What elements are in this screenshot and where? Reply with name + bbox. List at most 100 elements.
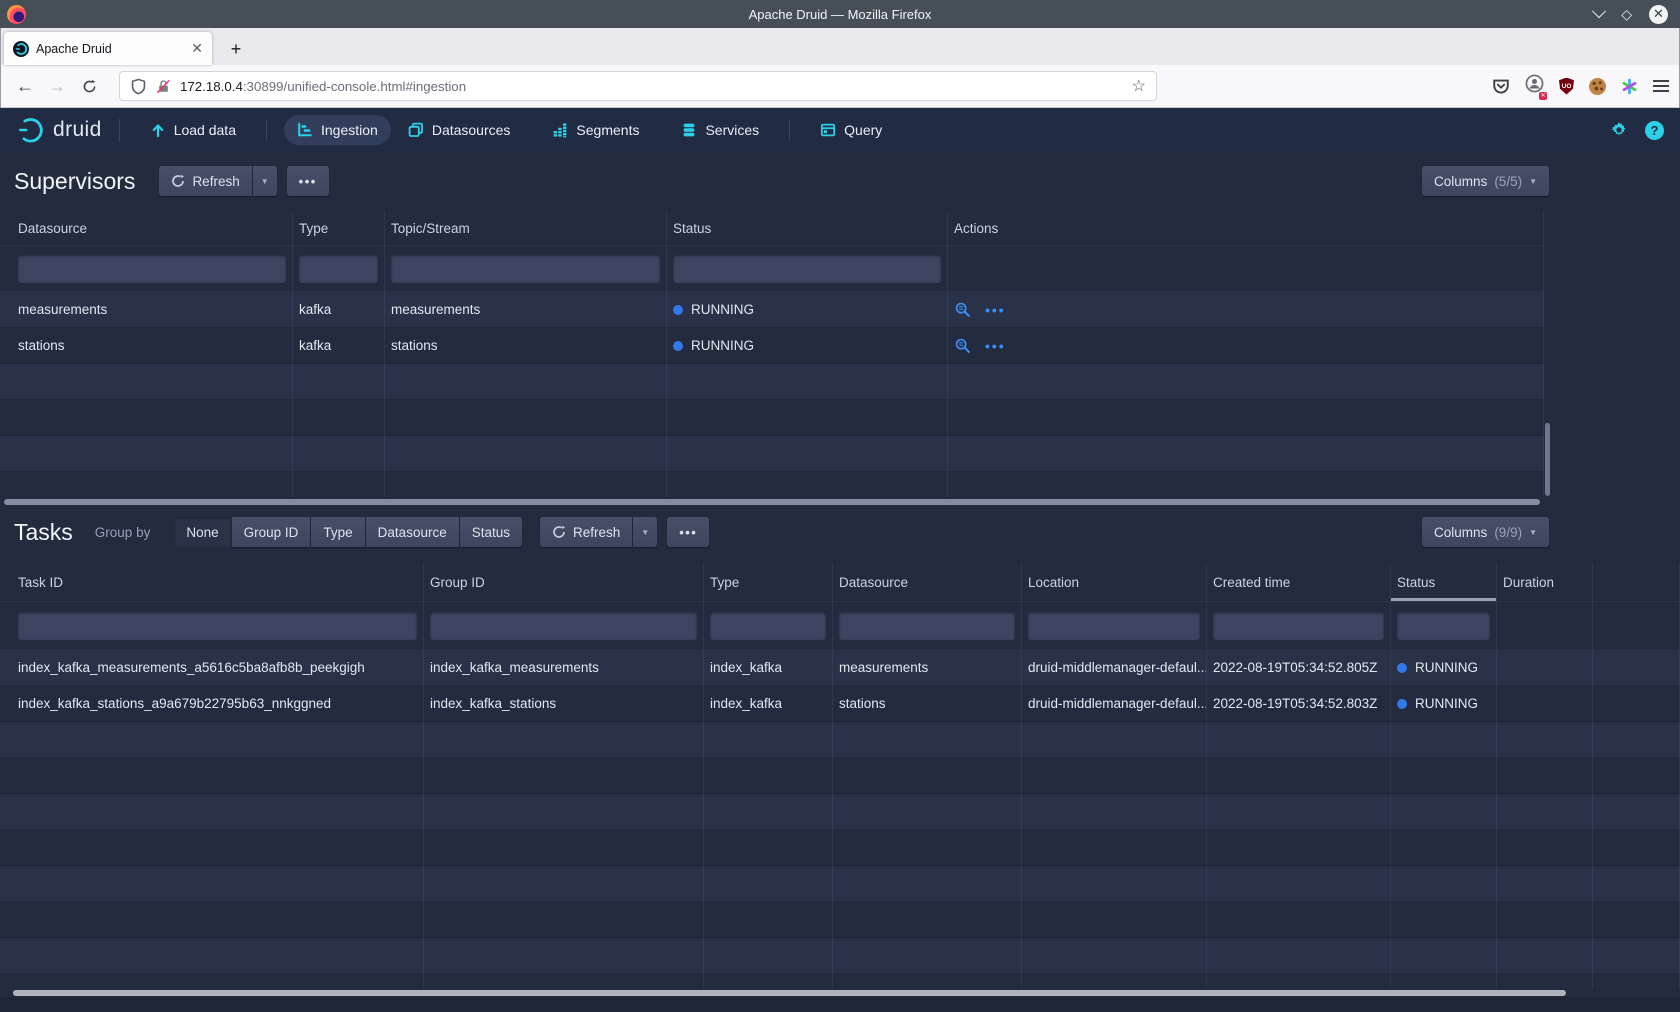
- url-bar[interactable]: 172.18.0.4:30899/unified-console.html#in…: [119, 71, 1157, 101]
- empty-row: [0, 758, 1680, 794]
- columns-label: Columns: [1434, 525, 1487, 540]
- settings-gear-icon[interactable]: [1610, 121, 1628, 139]
- nav-item-ingestion[interactable]: Ingestion: [284, 115, 391, 145]
- nav-item-segments[interactable]: Segments: [539, 115, 652, 145]
- browser-chrome: Apache Druid ✕ + ← → 172.18.0.4:30899/un…: [0, 28, 1680, 108]
- supervisors-filter-status[interactable]: [673, 255, 941, 283]
- cookie-extension-icon[interactable]: [1589, 78, 1606, 95]
- tasks-horizontal-scrollbar[interactable]: [13, 990, 1566, 996]
- nav-item-services[interactable]: Services: [668, 115, 772, 145]
- column-header-topic-stream[interactable]: Topic/Stream: [385, 212, 667, 245]
- columns-count: (9/9): [1494, 525, 1522, 540]
- tasks-filter-group-id[interactable]: [430, 612, 697, 640]
- tasks-toolbar: Tasks Group by None Group ID Type Dataso…: [0, 515, 1680, 549]
- tab-title: Apache Druid: [36, 42, 184, 56]
- account-button[interactable]: ✕: [1525, 74, 1544, 98]
- chevron-down-icon: ▼: [1529, 528, 1537, 537]
- cell-topic: measurements: [385, 292, 667, 328]
- running-status-dot: [673, 341, 683, 351]
- window-maximize-icon[interactable]: ◇: [1621, 7, 1632, 21]
- new-tab-button[interactable]: +: [222, 35, 250, 63]
- group-by-status-button[interactable]: Status: [460, 517, 522, 547]
- supervisors-rows: measurements kafka measurements RUNNING …: [0, 292, 1544, 497]
- nav-item-load-data[interactable]: Load data: [137, 115, 249, 145]
- forward-button[interactable]: →: [41, 71, 73, 101]
- group-by-group-id-button[interactable]: Group ID: [232, 517, 311, 547]
- tasks-filter-status[interactable]: [1397, 612, 1490, 640]
- cell-type: kafka: [293, 292, 385, 328]
- cell-created-time: 2022-08-19T05:34:52.803Z: [1207, 686, 1391, 722]
- nav-label: Services: [705, 122, 759, 138]
- tasks-filter-task-id[interactable]: [18, 612, 417, 640]
- cell-type: kafka: [293, 328, 385, 364]
- column-header-group-id[interactable]: Group ID: [424, 564, 704, 601]
- supervisors-refresh-button[interactable]: Refresh: [159, 166, 251, 196]
- tasks-filter-datasource[interactable]: [839, 612, 1015, 640]
- group-by-datasource-button[interactable]: Datasource: [366, 517, 459, 547]
- column-header-task-id[interactable]: Task ID: [0, 564, 424, 601]
- supervisors-refresh-caret-button[interactable]: ▼: [253, 166, 277, 196]
- column-header-datasource[interactable]: Datasource: [0, 212, 293, 245]
- tasks-filter-row: [0, 602, 1680, 650]
- page-bottom-strip: [0, 997, 1680, 1012]
- group-by-type-button[interactable]: Type: [311, 517, 364, 547]
- bookmark-star-icon[interactable]: ☆: [1132, 76, 1146, 96]
- tasks-filter-created-time[interactable]: [1213, 612, 1384, 640]
- back-arrow-icon: ←: [16, 76, 34, 97]
- inspect-magnifier-icon[interactable]: [954, 337, 971, 354]
- menu-button[interactable]: [1653, 80, 1669, 92]
- supervisors-more-button[interactable]: •••: [287, 166, 329, 196]
- column-header-location[interactable]: Location: [1022, 564, 1207, 601]
- tasks-refresh-button[interactable]: Refresh: [540, 517, 632, 547]
- tasks-filter-type[interactable]: [710, 612, 826, 640]
- table-row[interactable]: measurements kafka measurements RUNNING …: [0, 292, 1544, 328]
- tracking-shield-icon[interactable]: [130, 78, 147, 95]
- supervisors-filter-datasource[interactable]: [18, 255, 286, 283]
- container-extension-icon[interactable]: [1621, 78, 1638, 95]
- tasks-filter-location[interactable]: [1028, 612, 1200, 640]
- column-header-status[interactable]: Status: [667, 212, 948, 245]
- column-header-type[interactable]: Type: [704, 564, 833, 601]
- inspect-magnifier-icon[interactable]: [954, 301, 971, 318]
- back-button[interactable]: ←: [9, 71, 41, 101]
- supervisors-horizontal-scrollbar[interactable]: [4, 499, 1540, 505]
- reload-button[interactable]: [73, 71, 105, 101]
- more-icon: •••: [679, 525, 697, 540]
- table-row[interactable]: index_kafka_measurements_a5616c5ba8afb8b…: [0, 650, 1680, 686]
- column-header-duration[interactable]: Duration: [1497, 564, 1593, 601]
- supervisors-filter-type[interactable]: [299, 255, 378, 283]
- tab-close-icon[interactable]: ✕: [191, 40, 203, 57]
- columns-count: (5/5): [1494, 174, 1522, 189]
- nav-label: Load data: [174, 122, 236, 138]
- supervisors-filter-topic[interactable]: [391, 255, 660, 283]
- column-header-datasource[interactable]: Datasource: [833, 564, 1022, 601]
- supervisors-columns-button[interactable]: Columns (5/5) ▼: [1422, 166, 1549, 196]
- window-minimize-icon[interactable]: [1592, 4, 1606, 18]
- table-row[interactable]: index_kafka_stations_a9a679b22795b63_nnk…: [0, 686, 1680, 722]
- table-row[interactable]: stations kafka stations RUNNING •••: [0, 328, 1544, 364]
- tasks-more-button[interactable]: •••: [667, 517, 709, 547]
- nav-item-datasources[interactable]: Datasources: [395, 115, 524, 145]
- row-more-icon[interactable]: •••: [985, 338, 1006, 354]
- cell-type: index_kafka: [704, 650, 833, 686]
- pocket-icon[interactable]: [1492, 77, 1510, 95]
- window-close-button[interactable]: ✕: [1649, 5, 1668, 24]
- nav-label: Query: [844, 122, 882, 138]
- tasks-columns-button[interactable]: Columns (9/9) ▼: [1422, 517, 1549, 547]
- help-icon[interactable]: ?: [1645, 121, 1664, 140]
- column-header-type[interactable]: Type: [293, 212, 385, 245]
- insecure-lock-icon[interactable]: [156, 79, 171, 94]
- nav-item-query[interactable]: Query: [807, 115, 895, 145]
- supervisors-vertical-scrollbar[interactable]: [1545, 423, 1550, 496]
- empty-row: [0, 794, 1680, 830]
- ublock-extension-icon[interactable]: UO: [1559, 78, 1574, 95]
- browser-tab[interactable]: Apache Druid ✕: [4, 32, 212, 65]
- cell-duration: [1497, 650, 1593, 686]
- column-header-actions: Actions: [948, 212, 1544, 245]
- column-header-created-time[interactable]: Created time: [1207, 564, 1391, 601]
- empty-row: [0, 472, 1544, 497]
- column-header-status[interactable]: Status: [1391, 564, 1497, 601]
- group-by-none-button[interactable]: None: [174, 517, 230, 547]
- tasks-refresh-caret-button[interactable]: ▼: [633, 517, 657, 547]
- row-more-icon[interactable]: •••: [985, 302, 1006, 318]
